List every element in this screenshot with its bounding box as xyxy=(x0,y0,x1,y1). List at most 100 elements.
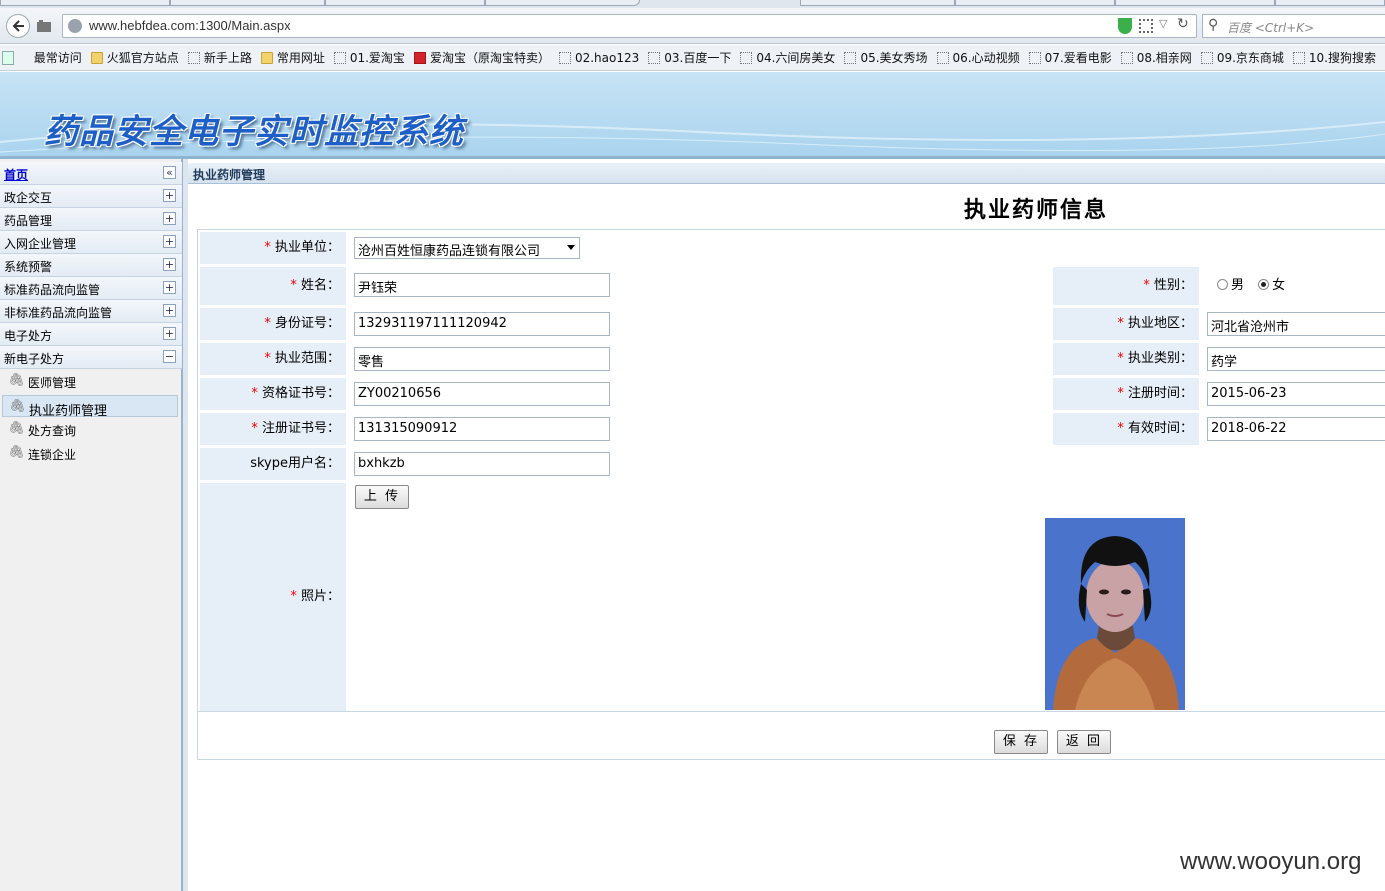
home-link[interactable]: 首页 xyxy=(4,166,28,183)
label-text: 身份证号： xyxy=(274,316,340,331)
taobao-icon xyxy=(413,51,426,64)
browser-tab[interactable] xyxy=(1275,0,1385,6)
scope-input[interactable]: 零售 xyxy=(354,347,610,371)
sidebar-section[interactable]: 系统预警 + xyxy=(0,254,182,277)
bookmark-search-icon[interactable] xyxy=(2,50,14,65)
upload-button[interactable]: 上 传 xyxy=(355,485,409,509)
gender-label: * 性别： xyxy=(1053,267,1199,305)
collapse-icon[interactable]: − xyxy=(163,350,176,363)
sidebar-section[interactable]: 政企交互 + xyxy=(0,185,182,208)
expand-icon[interactable]: + xyxy=(163,212,176,225)
label-text: skype用户名： xyxy=(250,456,340,471)
folder-icon xyxy=(90,51,103,64)
bookmark-label: 05.美女秀场 xyxy=(860,51,928,65)
regdate-input[interactable]: 2015-06-23 xyxy=(1207,382,1385,406)
sidebar-section-label: 电子处方 xyxy=(4,329,53,343)
dropdown-arrow-icon[interactable]: ▽ xyxy=(1159,17,1167,30)
regdate-label: * 注册时间： xyxy=(1053,378,1199,410)
page-icon xyxy=(1028,51,1041,64)
bookmark-item[interactable]: 05.美女秀场 xyxy=(844,49,928,66)
gender-male-radio[interactable] xyxy=(1217,279,1228,290)
name-input[interactable]: 尹钰荣 xyxy=(354,273,610,297)
label-text: 执业单位： xyxy=(274,240,340,255)
qualno-input[interactable]: ZY00210656 xyxy=(354,382,610,406)
sidebar-item-prescription-query[interactable]: 🖇 处方查询 xyxy=(0,418,182,441)
browser-tab[interactable] xyxy=(955,0,1115,6)
page-icon xyxy=(558,51,571,64)
expand-icon[interactable]: + xyxy=(163,281,176,294)
idno-input[interactable]: 132931197111120942 xyxy=(354,312,610,336)
required-mark: * xyxy=(290,278,297,293)
bookmark-item[interactable]: 07.爱看电影 xyxy=(1028,49,1112,66)
skype-input[interactable]: bxhkzb xyxy=(354,452,610,476)
region-input[interactable]: 河北省沧州市 xyxy=(1207,312,1385,336)
expand-icon[interactable]: + xyxy=(163,327,176,340)
sidebar-section[interactable]: 入网企业管理 + xyxy=(0,231,182,254)
bookmark-page-icon xyxy=(18,52,30,64)
bookmark-item[interactable]: 常用网址 xyxy=(260,49,325,66)
bookmark-item[interactable]: 04.六间房美女 xyxy=(740,49,835,66)
folder-icon xyxy=(260,51,273,64)
bookmark-item[interactable]: 02.hao123 xyxy=(558,51,639,65)
url-bar[interactable]: www.hebfdea.com:1300/Main.aspx ▽ ↻ xyxy=(62,14,1197,38)
validdate-input[interactable]: 2018-06-22 xyxy=(1207,417,1385,441)
browser-tab[interactable] xyxy=(325,0,485,6)
category-input[interactable]: 药学 xyxy=(1207,347,1385,371)
back-button[interactable]: 返 回 xyxy=(1057,730,1111,754)
bookmark-item[interactable]: 爱淘宝（原淘宝特卖） xyxy=(413,49,550,66)
sidebar-section[interactable]: 非标准药品流向监管 + xyxy=(0,300,182,323)
browser-tab[interactable] xyxy=(485,0,640,6)
bookmark-item[interactable]: 03.百度一下 xyxy=(648,49,731,66)
page-icon xyxy=(740,51,753,64)
sidebar-section[interactable]: 新电子处方 − xyxy=(0,346,182,369)
page-icon xyxy=(1120,51,1133,64)
save-button[interactable]: 保 存 xyxy=(994,730,1048,754)
expand-icon[interactable]: + xyxy=(163,304,176,317)
back-icon[interactable] xyxy=(6,14,30,38)
unit-label: * 执业单位： xyxy=(200,232,346,264)
bookmark-item[interactable]: 08.相亲网 xyxy=(1120,49,1192,66)
qrcode-icon[interactable] xyxy=(1139,19,1153,33)
expand-icon[interactable]: + xyxy=(163,258,176,271)
bookmark-item[interactable]: 新手上路 xyxy=(187,49,252,66)
pharmacist-form: * 执业单位： 沧州百姓恒康药品连锁有限公司 * 姓名： 尹钰荣 * 性别： 男… xyxy=(197,229,1385,760)
browser-tab[interactable] xyxy=(1115,0,1275,6)
sidebar-section[interactable]: 药品管理 + xyxy=(0,208,182,231)
expand-icon[interactable]: + xyxy=(163,235,176,248)
collapse-sidebar-icon[interactable]: « xyxy=(163,166,176,179)
bookmark-item[interactable]: 火狐官方站点 xyxy=(90,49,179,66)
bookmark-item[interactable]: 01.爱淘宝 xyxy=(333,49,405,66)
label-text: 注册时间： xyxy=(1127,386,1193,401)
url-text[interactable]: www.hebfdea.com:1300/Main.aspx xyxy=(89,18,291,33)
page-icon xyxy=(333,51,346,64)
reload-icon[interactable]: ↻ xyxy=(1177,16,1189,32)
bookmark-item[interactable]: 09.京东商城 xyxy=(1200,49,1284,66)
gender-female-radio[interactable] xyxy=(1258,279,1270,290)
search-placeholder[interactable]: 百度 <Ctrl+K> xyxy=(1227,19,1314,36)
search-box[interactable]: ⚲ 百度 <Ctrl+K> xyxy=(1202,14,1385,38)
browser-tab[interactable] xyxy=(800,0,955,6)
bookmark-item[interactable]: 最常访问 xyxy=(18,49,82,66)
sidebar-section-label: 系统预警 xyxy=(4,260,53,274)
unit-select[interactable]: 沧州百姓恒康药品连锁有限公司 xyxy=(354,237,580,259)
sidebar-item-chain[interactable]: 🖇 连锁企业 xyxy=(0,442,182,465)
regno-input[interactable]: 131315090912 xyxy=(354,417,610,441)
tab-groups-icon[interactable] xyxy=(34,14,54,38)
browser-tab[interactable] xyxy=(0,0,170,6)
label-text: 注册证书号： xyxy=(261,421,340,436)
shield-icon[interactable] xyxy=(1118,18,1132,34)
bookmark-item[interactable]: 10.搜狗搜索 xyxy=(1292,49,1376,66)
chevron-down-icon xyxy=(567,245,575,250)
validdate-label: * 有效时间： xyxy=(1053,413,1199,445)
sidebar-item-doctor[interactable]: 🖇 医师管理 xyxy=(0,370,182,393)
sidebar-section-label: 标准药品流向监管 xyxy=(4,283,101,297)
sidebar-item-pharmacist[interactable]: 🖇 执业药师管理 xyxy=(2,395,178,419)
search-icon: ⚲ xyxy=(1208,17,1219,33)
bookmark-item[interactable]: 06.心动视频 xyxy=(936,49,1020,66)
banner-divider xyxy=(0,156,1385,159)
sidebar-section[interactable]: 电子处方 + xyxy=(0,323,182,346)
expand-icon[interactable]: + xyxy=(163,189,176,202)
sidebar-splitter[interactable] xyxy=(182,159,188,891)
sidebar-section[interactable]: 标准药品流向监管 + xyxy=(0,277,182,300)
browser-tab[interactable] xyxy=(170,0,325,6)
